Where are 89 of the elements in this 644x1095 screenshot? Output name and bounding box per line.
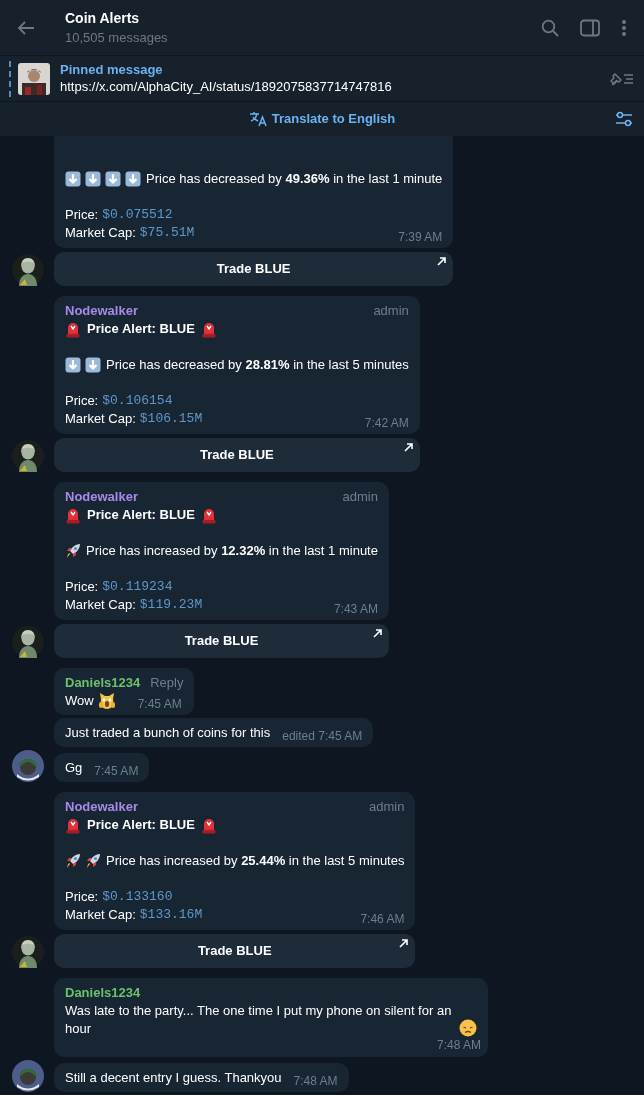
down-arrow-icon: [105, 171, 121, 187]
siren-icon: [65, 816, 81, 834]
down-arrow-icon: [65, 171, 81, 187]
alert-text: Price has increased by 25.44% in the last 5 minutes: [106, 852, 405, 870]
external-link-icon: [437, 257, 447, 266]
message-time: 7:48 AM: [435, 1038, 481, 1052]
translate-button[interactable]: Translate to English: [248, 109, 396, 129]
admin-label: admin: [373, 302, 409, 320]
down-arrow-icon: [65, 357, 81, 373]
message-text: Was late to the party... The one time I put my phone on silent for an hour: [65, 1002, 453, 1038]
market-cap-label: Market Cap:: [65, 596, 136, 614]
admin-label: admin: [342, 488, 378, 506]
pinned-label: Pinned message: [60, 61, 164, 78]
cat-face-icon: [97, 692, 116, 710]
message-time: 7:48 AM: [293, 1073, 338, 1090]
price-value: $0.075512: [102, 206, 173, 224]
market-cap-value: $119.23M: [139, 596, 203, 614]
message-time: 7:46 AM: [359, 911, 405, 928]
sliders-icon[interactable]: [615, 111, 633, 127]
alert-text: Price has increased by 12.32% in the last 1 minute: [86, 542, 378, 560]
market-cap-value: $133.16M: [139, 906, 203, 924]
pinned-text: https://x.com/AlphaCity_AI/status/1892075837714747816: [60, 78, 392, 96]
admin-label: admin: [369, 798, 405, 816]
chat-title: Coin Alerts: [65, 8, 141, 27]
price-label: Price:: [65, 578, 99, 596]
market-cap-value: $106.15M: [139, 410, 203, 428]
message-time: edited 7:45 AM: [282, 728, 363, 745]
price-value: $0.133160: [102, 888, 173, 906]
price-label: Price:: [65, 888, 99, 906]
alert-text: Price has decreased by 49.36% in the last 1 minute: [146, 170, 443, 188]
message-time: 7:39 AM: [397, 229, 443, 246]
message-time: 7:43 AM: [332, 601, 378, 618]
pinned-bar[interactable]: Pinned message https://x.com/AlphaCity_AI/status/1892075837714747816: [0, 55, 644, 102]
more-icon[interactable]: [621, 18, 627, 37]
sender-name: Daniels1234: [65, 984, 141, 1002]
message-time: 7:45 AM: [94, 763, 139, 780]
alert-title: Price Alert: BLUE: [87, 506, 195, 524]
market-cap-label: Market Cap:: [65, 906, 136, 924]
sidebar-icon[interactable]: [580, 18, 600, 37]
message-text: Just traded a bunch of coins for this: [65, 724, 271, 742]
down-arrow-icon: [85, 171, 101, 187]
avatar: [12, 1060, 44, 1092]
trade-button[interactable]: Trade BLUE: [54, 934, 416, 968]
reply-link[interactable]: Reply: [150, 674, 184, 692]
price-label: Price:: [65, 392, 99, 410]
rocket-icon: [65, 543, 81, 559]
translate-icon: [248, 111, 267, 127]
alert-title: Price Alert: BLUE: [87, 320, 195, 338]
sender-name: Daniels1234: [65, 674, 141, 692]
back-icon[interactable]: [17, 19, 35, 36]
down-arrow-icon: [85, 357, 101, 373]
avatar: [12, 440, 44, 472]
avatar: [12, 626, 44, 658]
sad-face-icon: [459, 1019, 477, 1037]
price-value: $0.106154: [102, 392, 173, 410]
market-cap-label: Market Cap:: [65, 410, 136, 428]
message-text: Gg: [65, 759, 83, 777]
down-arrow-icon: [125, 171, 141, 187]
price-value: $0.119234: [102, 578, 173, 596]
avatar: [12, 750, 44, 782]
external-link-icon: [399, 939, 409, 948]
trade-button[interactable]: Trade BLUE: [54, 438, 420, 472]
external-link-icon: [403, 443, 413, 452]
siren-icon: [65, 320, 81, 338]
message-time: 7:42 AM: [363, 415, 409, 432]
siren-icon: [200, 816, 217, 834]
member-count: 10,505 messages: [65, 28, 168, 47]
trade-button[interactable]: Trade BLUE: [54, 252, 454, 286]
rocket-icon: [85, 853, 101, 869]
message-time: 7:45 AM: [137, 696, 182, 713]
search-icon[interactable]: [541, 18, 559, 37]
market-cap-value: $75.51M: [139, 224, 195, 242]
trade-button[interactable]: Trade BLUE: [54, 624, 389, 658]
alert-text: Price has decreased by 28.81% in the last 5 minutes: [106, 356, 409, 374]
siren-icon: [65, 506, 81, 524]
avatar: [12, 254, 44, 286]
rocket-icon: [65, 853, 81, 869]
external-link-icon: [372, 629, 382, 638]
price-label: Price:: [65, 206, 99, 224]
sender-name: Nodewalker: [65, 302, 138, 320]
alert-title: Price Alert: BLUE: [87, 816, 195, 834]
siren-icon: [200, 506, 217, 524]
sender-name: Nodewalker: [65, 798, 138, 816]
sender-name: Nodewalker: [65, 488, 138, 506]
message-text: Wow: [65, 692, 94, 710]
avatar: [12, 936, 44, 968]
siren-icon: [200, 320, 217, 338]
market-cap-label: Market Cap:: [65, 224, 136, 242]
message-text: Still a decent entry I guess. Thankyou: [65, 1069, 282, 1087]
